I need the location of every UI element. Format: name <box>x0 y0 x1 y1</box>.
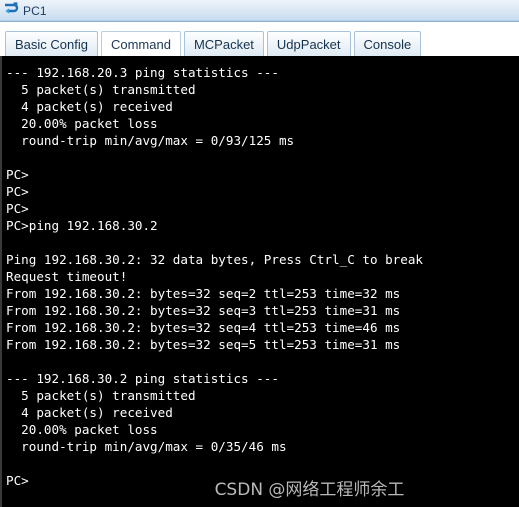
terminal-output: --- 192.168.20.3 ping statistics --- 5 p… <box>6 65 424 488</box>
tab-strip: Basic Config Command MCPacket UdpPacket … <box>0 22 519 56</box>
tab-console[interactable]: Console <box>353 31 422 56</box>
window-title: PC1 <box>23 3 47 18</box>
tab-basic-config[interactable]: Basic Config <box>5 31 98 56</box>
window-title-bar: PC1 <box>0 0 519 22</box>
pc1-window: PC1 Basic Config Command MCPacket UdpPac… <box>0 0 519 507</box>
tab-udppacket[interactable]: UdpPacket <box>266 31 351 56</box>
pc-terminal-icon <box>3 1 19 18</box>
terminal-console[interactable]: --- 192.168.20.3 ping statistics --- 5 p… <box>0 56 519 507</box>
tab-mcpacket[interactable]: MCPacket <box>183 31 264 56</box>
tab-command[interactable]: Command <box>100 31 181 56</box>
